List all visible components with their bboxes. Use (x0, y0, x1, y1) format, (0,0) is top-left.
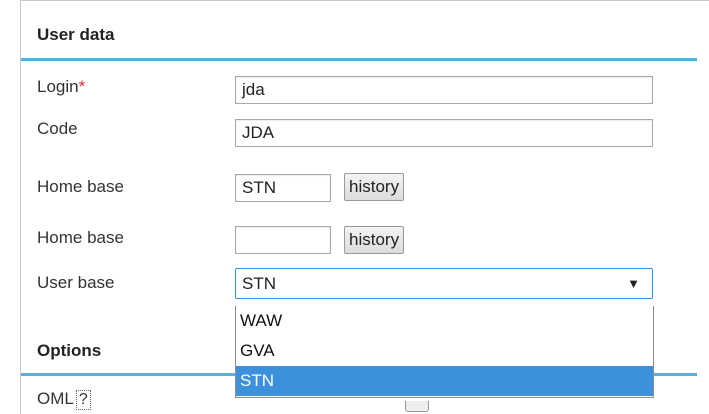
dropdown-option-waw[interactable]: WAW (236, 306, 653, 336)
oml-label: OML? (37, 389, 91, 410)
oml-checkbox[interactable] (405, 401, 429, 412)
login-label: Login* (37, 77, 85, 97)
user-base-select[interactable]: STN ▼ (235, 268, 653, 299)
oml-label-text: OML (37, 389, 74, 408)
section-divider (21, 58, 697, 61)
login-label-text: Login (37, 77, 79, 96)
home-base-label: Home base (37, 177, 124, 196)
code-input[interactable]: JDA (235, 119, 653, 147)
user-data-section-title: User data (37, 25, 115, 44)
login-input[interactable]: jda (235, 76, 653, 104)
user-base-label: User base (37, 273, 115, 292)
home-base-2-label: Home base (37, 228, 124, 247)
user-base-selected-value: STN (242, 274, 276, 293)
dropdown-option-gva[interactable]: GVA (236, 336, 653, 366)
help-icon[interactable]: ? (75, 390, 91, 410)
home-base-input[interactable]: STN (235, 174, 331, 202)
home-base-2-input[interactable] (235, 226, 331, 254)
home-base-2-history-button[interactable]: history (344, 226, 405, 254)
dropdown-option-stn[interactable]: STN (236, 366, 653, 396)
options-section-title: Options (37, 341, 102, 360)
user-form-panel: User data Login* jda Code JDA Home base … (20, 0, 709, 414)
user-base-dropdown: WAW GVA STN (235, 306, 654, 398)
code-label: Code (37, 119, 78, 138)
chevron-down-icon[interactable]: ▼ (627, 269, 640, 298)
home-base-history-button[interactable]: history (344, 173, 405, 201)
required-mark: * (78, 77, 86, 96)
